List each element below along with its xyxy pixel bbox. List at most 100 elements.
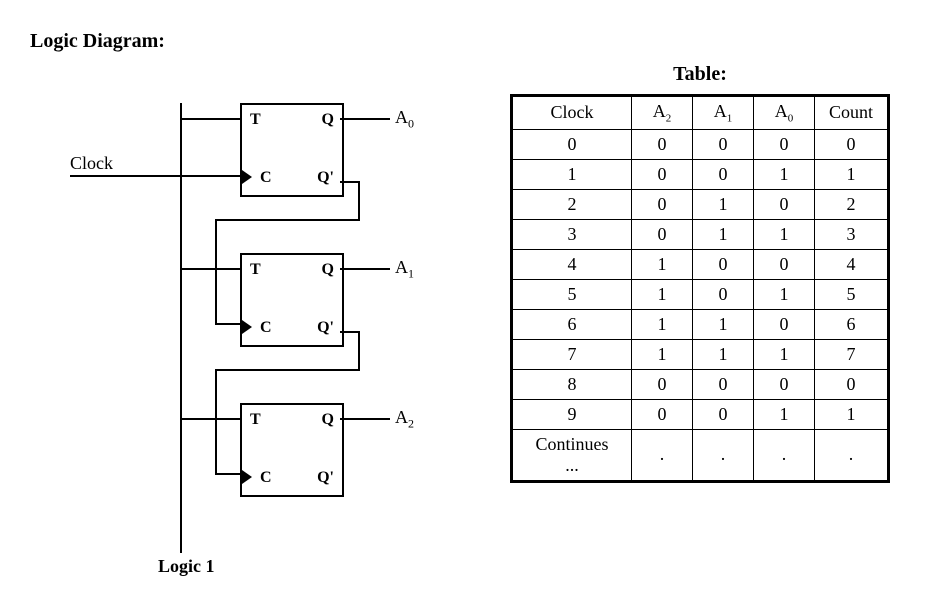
- table-row: Continues.......: [512, 429, 889, 481]
- table-cell: 1: [693, 309, 754, 339]
- th-count: Count: [815, 96, 889, 130]
- table-cell: 0: [693, 129, 754, 159]
- ff1-pin-Q: Q: [322, 261, 334, 279]
- wire-qn1-e: [215, 473, 240, 475]
- table-cell: 0: [754, 129, 815, 159]
- ff2-pin-Q: Q: [322, 411, 334, 429]
- table-cell: 2: [512, 189, 632, 219]
- table-cell: 1: [754, 279, 815, 309]
- table-head: Clock A2 A1 A0 Count: [512, 96, 889, 130]
- table-cell: .: [815, 429, 889, 481]
- table-cell: .: [632, 429, 693, 481]
- ff0-pin-C: C: [260, 169, 272, 187]
- table-row: 30113: [512, 219, 889, 249]
- table-row: 80000: [512, 369, 889, 399]
- ff2-pin-C: C: [260, 469, 272, 487]
- output-A0-sub: 0: [408, 117, 414, 131]
- table-row: 61106: [512, 309, 889, 339]
- table-cell: 5: [512, 279, 632, 309]
- wire-t2: [180, 418, 240, 420]
- flipflop-2: T Q C Q': [240, 403, 344, 497]
- ff2-pin-T: T: [250, 411, 261, 429]
- output-A0: A0: [395, 107, 414, 132]
- wire-t1: [180, 268, 240, 270]
- ff0-pin-T: T: [250, 111, 261, 129]
- wire-qn0-b: [358, 181, 360, 221]
- wire-logic1-bus: [180, 103, 182, 553]
- table-cell: 0: [754, 309, 815, 339]
- output-A1: A1: [395, 257, 414, 282]
- page-layout: Clock Logic 1 T Q C Q' A0 T Q C: [30, 63, 896, 573]
- table-cell: 0: [693, 279, 754, 309]
- table-row: 41004: [512, 249, 889, 279]
- table-cell: 1: [754, 159, 815, 189]
- table-cell: .: [754, 429, 815, 481]
- output-A1-base: A: [395, 257, 408, 277]
- wire-clock-in: [70, 175, 240, 177]
- table-cell: 8: [512, 369, 632, 399]
- ff1-pin-C: C: [260, 319, 272, 337]
- output-A2: A2: [395, 407, 414, 432]
- table-cell: 3: [815, 219, 889, 249]
- output-A1-sub: 1: [408, 267, 414, 281]
- logic1-label: Logic 1: [158, 556, 215, 577]
- ff1-pin-T: T: [250, 261, 261, 279]
- table-cell: 0: [693, 159, 754, 189]
- wire-qn1-a: [340, 331, 360, 333]
- diagram-heading: Logic Diagram:: [30, 30, 896, 53]
- ff0-clock-triangle-icon: [242, 170, 252, 184]
- table-cell: 4: [512, 249, 632, 279]
- wire-qn1-d: [215, 369, 217, 475]
- table-cell: 1: [815, 399, 889, 429]
- table-cell: 1: [632, 279, 693, 309]
- ff2-pin-Qn: Q': [317, 469, 334, 487]
- wire-t0: [180, 118, 240, 120]
- wire-q1-out: [340, 268, 390, 270]
- table-body: 0000010011201023011341004510156110671117…: [512, 129, 889, 481]
- table-cell: 0: [754, 249, 815, 279]
- table-cell: 1: [693, 219, 754, 249]
- table-cell: Continues...: [512, 429, 632, 481]
- table-cell: 0: [754, 369, 815, 399]
- table-row: 51015: [512, 279, 889, 309]
- table-row: 71117: [512, 339, 889, 369]
- table-cell: 7: [815, 339, 889, 369]
- ff1-pin-Qn: Q': [317, 319, 334, 337]
- clock-label: Clock: [70, 153, 113, 174]
- table-cell: 1: [512, 159, 632, 189]
- table-row: 10011: [512, 159, 889, 189]
- table-cell: 0: [693, 399, 754, 429]
- table-cell: 3: [512, 219, 632, 249]
- th-a1: A1: [693, 96, 754, 130]
- wire-q2-out: [340, 418, 390, 420]
- wire-qn0-a: [340, 181, 360, 183]
- table-cell: 1: [632, 309, 693, 339]
- table-cell: 1: [632, 249, 693, 279]
- table-cell: 7: [512, 339, 632, 369]
- table-cell: 6: [512, 309, 632, 339]
- table-cell: 1: [693, 339, 754, 369]
- table-cell: 0: [512, 129, 632, 159]
- wire-q0-out: [340, 118, 390, 120]
- table-cell: .: [693, 429, 754, 481]
- table-row: 90011: [512, 399, 889, 429]
- table-cell: 5: [815, 279, 889, 309]
- ff2-clock-triangle-icon: [242, 470, 252, 484]
- truth-table: Clock A2 A1 A0 Count 0000010011201023011…: [510, 94, 890, 483]
- ff0-pin-Qn: Q': [317, 169, 334, 187]
- table-cell: 0: [754, 189, 815, 219]
- table-cell: 0: [632, 159, 693, 189]
- table-cell: 4: [815, 249, 889, 279]
- table-cell: 1: [815, 159, 889, 189]
- truth-table-block: Table: Clock A2 A1 A0 Count 000001001120…: [510, 63, 890, 483]
- table-header-row: Clock A2 A1 A0 Count: [512, 96, 889, 130]
- output-A0-base: A: [395, 107, 408, 127]
- table-heading: Table:: [510, 63, 890, 86]
- table-cell: 6: [815, 309, 889, 339]
- table-cell: 0: [693, 369, 754, 399]
- table-cell: 0: [815, 369, 889, 399]
- wire-qn0-c: [215, 219, 360, 221]
- th-a2: A2: [632, 96, 693, 130]
- table-cell: 0: [632, 219, 693, 249]
- output-A2-sub: 2: [408, 417, 414, 431]
